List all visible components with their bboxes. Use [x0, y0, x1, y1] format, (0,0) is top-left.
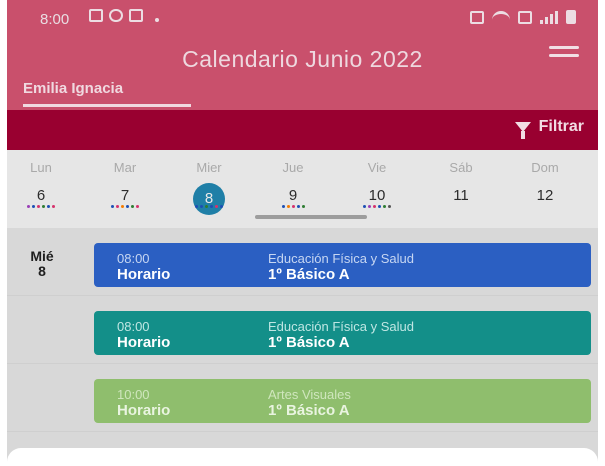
- event-dot: [116, 205, 119, 208]
- event-dots: [95, 205, 155, 208]
- event-dots: [347, 205, 407, 208]
- event-dot: [286, 205, 290, 208]
- event-dot: [195, 205, 198, 208]
- event-dot: [215, 205, 218, 208]
- bottom-sheet[interactable]: [7, 448, 598, 466]
- event-row: 08:00 Horario Educación Física y Salud 1º B…: [7, 296, 598, 364]
- tab-student[interactable]: Emilia Ignacia: [23, 80, 123, 97]
- day-number: 9: [288, 187, 298, 204]
- day-name: Mar: [113, 160, 137, 175]
- event-dot: [205, 205, 208, 208]
- event-dot: [383, 205, 386, 208]
- event-card[interactable]: 08:00 Horario Educación Física y Salud 1º B…: [94, 243, 591, 287]
- alarm-icon: [470, 10, 484, 24]
- event-card[interactable]: 10:00 Horario Artes Visuales 1º Básico A: [94, 379, 591, 423]
- event-dot: [301, 205, 305, 208]
- whatsapp-icon: [109, 9, 123, 22]
- day-name: Jue: [282, 160, 304, 175]
- event-dot: [111, 205, 114, 208]
- event-row: 10:00 Horario Artes Visuales 1º Básico A: [7, 364, 598, 432]
- day-number: 6: [36, 187, 46, 204]
- event-row: 08:00 Horario Educación Física y Salud 1º B…: [7, 228, 598, 296]
- filter-label: Filtrar: [538, 118, 584, 135]
- event-dot: [121, 205, 124, 208]
- event-dot: [42, 205, 45, 208]
- events-list: Mié 8 08:00 Horario Educación Física y Sal…: [7, 228, 598, 466]
- event-dots: [263, 205, 323, 208]
- day-name: Vie: [367, 160, 387, 175]
- filter-bar: Filtrar: [7, 110, 598, 150]
- wifi-icon: [492, 11, 510, 23]
- selected-day-number: 8: [193, 183, 225, 215]
- event-dot: [210, 205, 213, 208]
- event-time: 08:00: [117, 319, 150, 334]
- event-dot: [27, 205, 30, 208]
- event-dot: [136, 205, 139, 208]
- event-dot: [126, 205, 129, 208]
- event-dot: [296, 205, 300, 208]
- page-title: Calendario Junio 2022: [182, 46, 423, 72]
- day-name: Sáb: [449, 160, 473, 175]
- event-dot: [37, 205, 40, 208]
- event-dot: [363, 205, 366, 208]
- event-subject: Artes Visuales: [268, 387, 351, 402]
- status-bar: 8:00: [7, 0, 598, 38]
- event-dot: [291, 205, 295, 208]
- event-course: 1º Básico A: [268, 402, 350, 419]
- hamburger-menu-icon[interactable]: [549, 46, 579, 64]
- app-frame: 8:00 Calendario Junio 2022 Emilia Ignaci…: [7, 0, 598, 466]
- event-dot: [368, 205, 371, 208]
- day-name: Dom: [531, 160, 559, 175]
- data-icon: [518, 10, 532, 24]
- day-name: Mier: [196, 160, 222, 175]
- event-dot: [388, 205, 391, 208]
- event-dot: [281, 205, 285, 208]
- event-dots: [179, 205, 239, 208]
- day-number: 12: [536, 187, 554, 204]
- event-dot: [200, 205, 203, 208]
- event-card[interactable]: 08:00 Horario Educación Física y Salud 1º B…: [94, 311, 591, 355]
- day-number: 10: [368, 187, 386, 204]
- header: 8:00 Calendario Junio 2022 Emilia Ignaci…: [7, 0, 598, 110]
- play-icon: [129, 9, 143, 22]
- status-time: 8:00: [40, 11, 70, 28]
- event-dot: [373, 205, 376, 208]
- gallery-icon: [89, 9, 103, 22]
- notification-dot-icon: [155, 18, 159, 22]
- event-dot: [220, 205, 223, 208]
- event-subject: Educación Física y Salud: [268, 319, 414, 334]
- event-course: 1º Básico A: [268, 334, 350, 351]
- filter-icon: [514, 122, 531, 139]
- event-subject: Educación Física y Salud: [268, 251, 414, 266]
- filter-button[interactable]: Filtrar: [514, 118, 584, 139]
- event-dot: [47, 205, 50, 208]
- event-dot: [52, 205, 55, 208]
- event-kind: Horario: [117, 266, 171, 283]
- system-icons: [470, 10, 576, 24]
- signal-icon: [540, 10, 558, 24]
- event-time: 08:00: [117, 251, 150, 266]
- battery-icon: [566, 10, 576, 24]
- day-number: 11: [453, 187, 469, 204]
- day-name: Lun: [30, 160, 52, 175]
- drag-handle[interactable]: [255, 215, 367, 219]
- event-dots: [11, 205, 71, 208]
- notification-icons: [89, 9, 143, 22]
- tab-indicator: [23, 104, 191, 107]
- event-dot: [378, 205, 381, 208]
- week-strip: Lun 6 Mar 7 Mier 8 Jue 9 Vie 10 Sáb 11 Dom 12: [7, 150, 598, 228]
- event-dot: [131, 205, 134, 208]
- event-kind: Horario: [117, 334, 171, 351]
- event-time: 10:00: [117, 387, 150, 402]
- day-number: 7: [120, 187, 130, 204]
- event-kind: Horario: [117, 402, 171, 419]
- event-dot: [32, 205, 35, 208]
- row-divider: [7, 431, 598, 432]
- event-course: 1º Básico A: [268, 266, 350, 283]
